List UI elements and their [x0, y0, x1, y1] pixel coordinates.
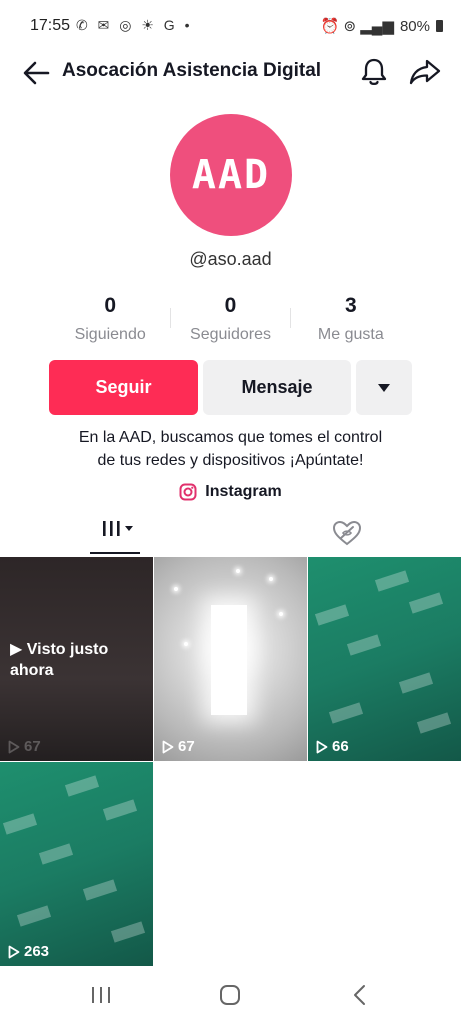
instagram-icon: [179, 483, 197, 501]
thumbnail-stripe: [346, 634, 382, 656]
stat-following[interactable]: 0 Siguiendo: [50, 294, 170, 350]
play-outline-icon: [162, 740, 174, 753]
thumbnail-stripe: [82, 879, 118, 901]
tab-liked[interactable]: [330, 518, 364, 548]
avatar-text: AAD: [191, 152, 271, 198]
tab-active-indicator: [90, 552, 140, 554]
bio: En la AAD, buscamos que tomes el control…: [0, 426, 461, 472]
hidden-heart-icon: [332, 520, 362, 546]
profile-header: Asocación Asistencia Digital: [0, 52, 461, 92]
stat-followers-value: 0: [224, 294, 237, 317]
back-button[interactable]: [20, 58, 52, 88]
stat-likes-label: Me gusta: [317, 326, 384, 343]
recent-apps-icon: [92, 987, 110, 1003]
view-count: 67: [162, 738, 195, 755]
video-tile[interactable]: 66: [308, 557, 461, 761]
sparkle: [279, 612, 283, 616]
thumbnail-stripe: [16, 905, 52, 927]
instagram-link-label: Instagram: [205, 483, 282, 500]
view-count: 263: [8, 943, 49, 960]
view-count-value: 66: [332, 738, 349, 755]
bio-line: En la AAD, buscamos que tomes el control: [78, 429, 383, 446]
thumbnail-stripe: [38, 843, 74, 865]
status-right: ⏰ ⊚ ▂▄▆ 80%: [321, 17, 443, 35]
stat-followers[interactable]: 0 Seguidores: [170, 294, 290, 350]
stat-likes-value: 3: [344, 294, 357, 317]
system-nav-bar: [0, 975, 461, 1024]
stat-following-label: Siguiendo: [74, 326, 146, 343]
status-bar: 17:55 ✆ ✉ ◎ ☀ G • ⏰ ⊚ ▂▄▆ 80%: [0, 0, 461, 52]
video-tile[interactable]: ▶ Visto justo ahora 67: [0, 557, 153, 761]
follow-button[interactable]: Seguir: [49, 360, 198, 415]
view-count-value: 67: [24, 738, 41, 755]
recent-apps-button[interactable]: [89, 985, 113, 1005]
video-tile[interactable]: 263: [0, 762, 153, 966]
notifications-button[interactable]: [358, 56, 390, 88]
sparkle: [269, 577, 273, 581]
sparkle: [174, 587, 178, 591]
home-icon: [220, 985, 240, 1005]
home-button[interactable]: [218, 983, 242, 1007]
battery-level: 80%: [399, 17, 430, 35]
system-back-button[interactable]: [350, 983, 370, 1007]
thumbnail-stripe: [416, 712, 452, 734]
profile-stats: 0 Siguiendo 0 Seguidores 3 Me gusta: [50, 294, 411, 350]
play-outline-icon: [8, 740, 20, 753]
share-button[interactable]: [408, 56, 442, 88]
battery-icon: [436, 20, 443, 32]
thumbnail-stripe: [398, 672, 434, 694]
follow-button-label: Seguir: [95, 377, 152, 397]
view-count: 66: [316, 738, 349, 755]
chevron-left-icon: [354, 985, 365, 1005]
stat-followers-label: Seguidores: [190, 326, 271, 343]
page-title: Asocación Asistencia Digital: [62, 60, 322, 81]
thumbnail-stripe: [328, 702, 364, 724]
view-count-value: 263: [24, 943, 50, 960]
stat-divider: [170, 308, 171, 328]
thumbnail-stripe: [64, 775, 100, 797]
stat-divider: [290, 308, 291, 328]
bell-icon: [361, 58, 387, 86]
tab-videos[interactable]: [90, 512, 140, 556]
bio-line: de tus redes y dispositivos ¡Apúntate!: [97, 452, 364, 469]
message-button[interactable]: Mensaje: [203, 360, 351, 415]
instagram-link[interactable]: Instagram: [0, 483, 461, 501]
share-icon: [409, 59, 441, 85]
play-outline-icon: [8, 945, 20, 958]
video-thumbnail-light: [211, 605, 247, 715]
thumbnail-stripe: [2, 813, 38, 835]
status-time: 17:55: [30, 17, 71, 34]
thumbnail-stripe: [102, 799, 138, 821]
thumbnail-stripe: [110, 921, 146, 943]
caret-down-icon: [378, 383, 390, 392]
suggested-accounts-button[interactable]: [356, 360, 412, 415]
content-tabs: [0, 512, 461, 556]
thumbnail-stripe: [314, 604, 350, 626]
sparkle: [184, 642, 188, 646]
watched-just-now-label: ▶ Visto justo ahora: [10, 641, 109, 679]
view-count-value: 67: [178, 738, 195, 755]
stat-likes[interactable]: 3 Me gusta: [291, 294, 411, 350]
message-button-label: Mensaje: [241, 377, 313, 397]
video-tile[interactable]: 67: [154, 557, 307, 761]
view-count: 67: [8, 738, 41, 755]
notification-icons: ✆ ✉ ◎ ☀ G •: [76, 17, 193, 33]
avatar[interactable]: AAD: [170, 114, 292, 236]
arrow-left-icon: [23, 61, 50, 85]
stat-following-value: 0: [104, 294, 116, 317]
username: @aso.aad: [189, 249, 272, 269]
grid-sort-icon: [103, 521, 133, 536]
sparkle: [236, 569, 240, 573]
thumbnail-stripe: [374, 570, 410, 592]
alarm-wifi-signal-icons: ⏰ ⊚ ▂▄▆: [320, 18, 394, 35]
thumbnail-stripe: [408, 592, 444, 614]
play-outline-icon: [316, 740, 328, 753]
